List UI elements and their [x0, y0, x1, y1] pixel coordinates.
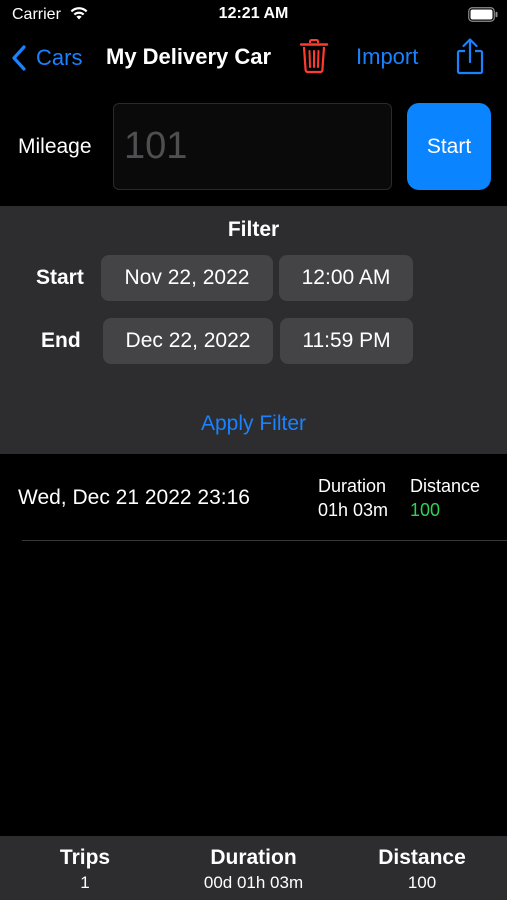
trip-duration-label: Duration: [318, 476, 387, 496]
summary-trips: Trips 1: [35, 846, 135, 894]
page-title: My Delivery Car: [106, 44, 272, 69]
summary-trips-value: 1: [80, 873, 90, 892]
summary-distance-label: Distance: [378, 846, 466, 869]
back-button[interactable]: Cars: [10, 40, 82, 76]
clock: 12:21 AM: [218, 5, 289, 22]
summary-duration-value: 00d 01h 03m: [203, 873, 304, 892]
status-bar: Carrier 12:21 AM: [0, 0, 507, 32]
list-separator: [22, 540, 507, 541]
trip-date: Wed, Dec 21 2022 23:16: [18, 486, 250, 509]
back-label: Cars: [36, 45, 83, 70]
start-time-picker[interactable]: 12:00 AM: [279, 255, 413, 301]
summary-distance: Distance 100: [362, 846, 482, 894]
filter-panel: Filter Start Nov 22, 2022 12:00 AM End D…: [0, 206, 507, 454]
summary-duration-label: Duration: [210, 846, 297, 869]
mileage-label: Mileage: [18, 135, 92, 158]
share-icon[interactable]: [454, 37, 486, 75]
start-button[interactable]: Start: [407, 103, 491, 190]
mileage-input[interactable]: [113, 103, 392, 190]
filter-end-label: End: [41, 329, 81, 352]
start-date-picker[interactable]: Nov 22, 2022: [101, 255, 273, 301]
end-time-picker[interactable]: 11:59 PM: [280, 318, 413, 364]
battery-icon: [468, 7, 498, 22]
filter-start-label: Start: [36, 266, 84, 289]
trip-distance-label: Distance: [410, 476, 481, 496]
trip-duration-value: 01h 03m: [318, 500, 389, 520]
navigation-bar: Cars My Delivery Car Import: [0, 32, 507, 88]
trip-distance-value: 100: [410, 500, 441, 520]
summary-distance-value: 100: [407, 873, 437, 892]
summary-trips-label: Trips: [59, 846, 111, 869]
summary-duration: Duration 00d 01h 03m: [180, 846, 327, 894]
chevron-left-icon: [12, 45, 26, 71]
import-button[interactable]: Import: [356, 44, 418, 70]
apply-filter-button[interactable]: Apply Filter: [0, 412, 507, 436]
summary-footer: Trips 1 Duration 00d 01h 03m Distance 10…: [0, 836, 507, 900]
trash-icon[interactable]: [298, 38, 330, 74]
filter-title: Filter: [227, 218, 280, 241]
end-date-picker[interactable]: Dec 22, 2022: [103, 318, 273, 364]
trip-row[interactable]: Wed, Dec 21 2022 23:16 Duration 01h 03m …: [0, 454, 507, 540]
